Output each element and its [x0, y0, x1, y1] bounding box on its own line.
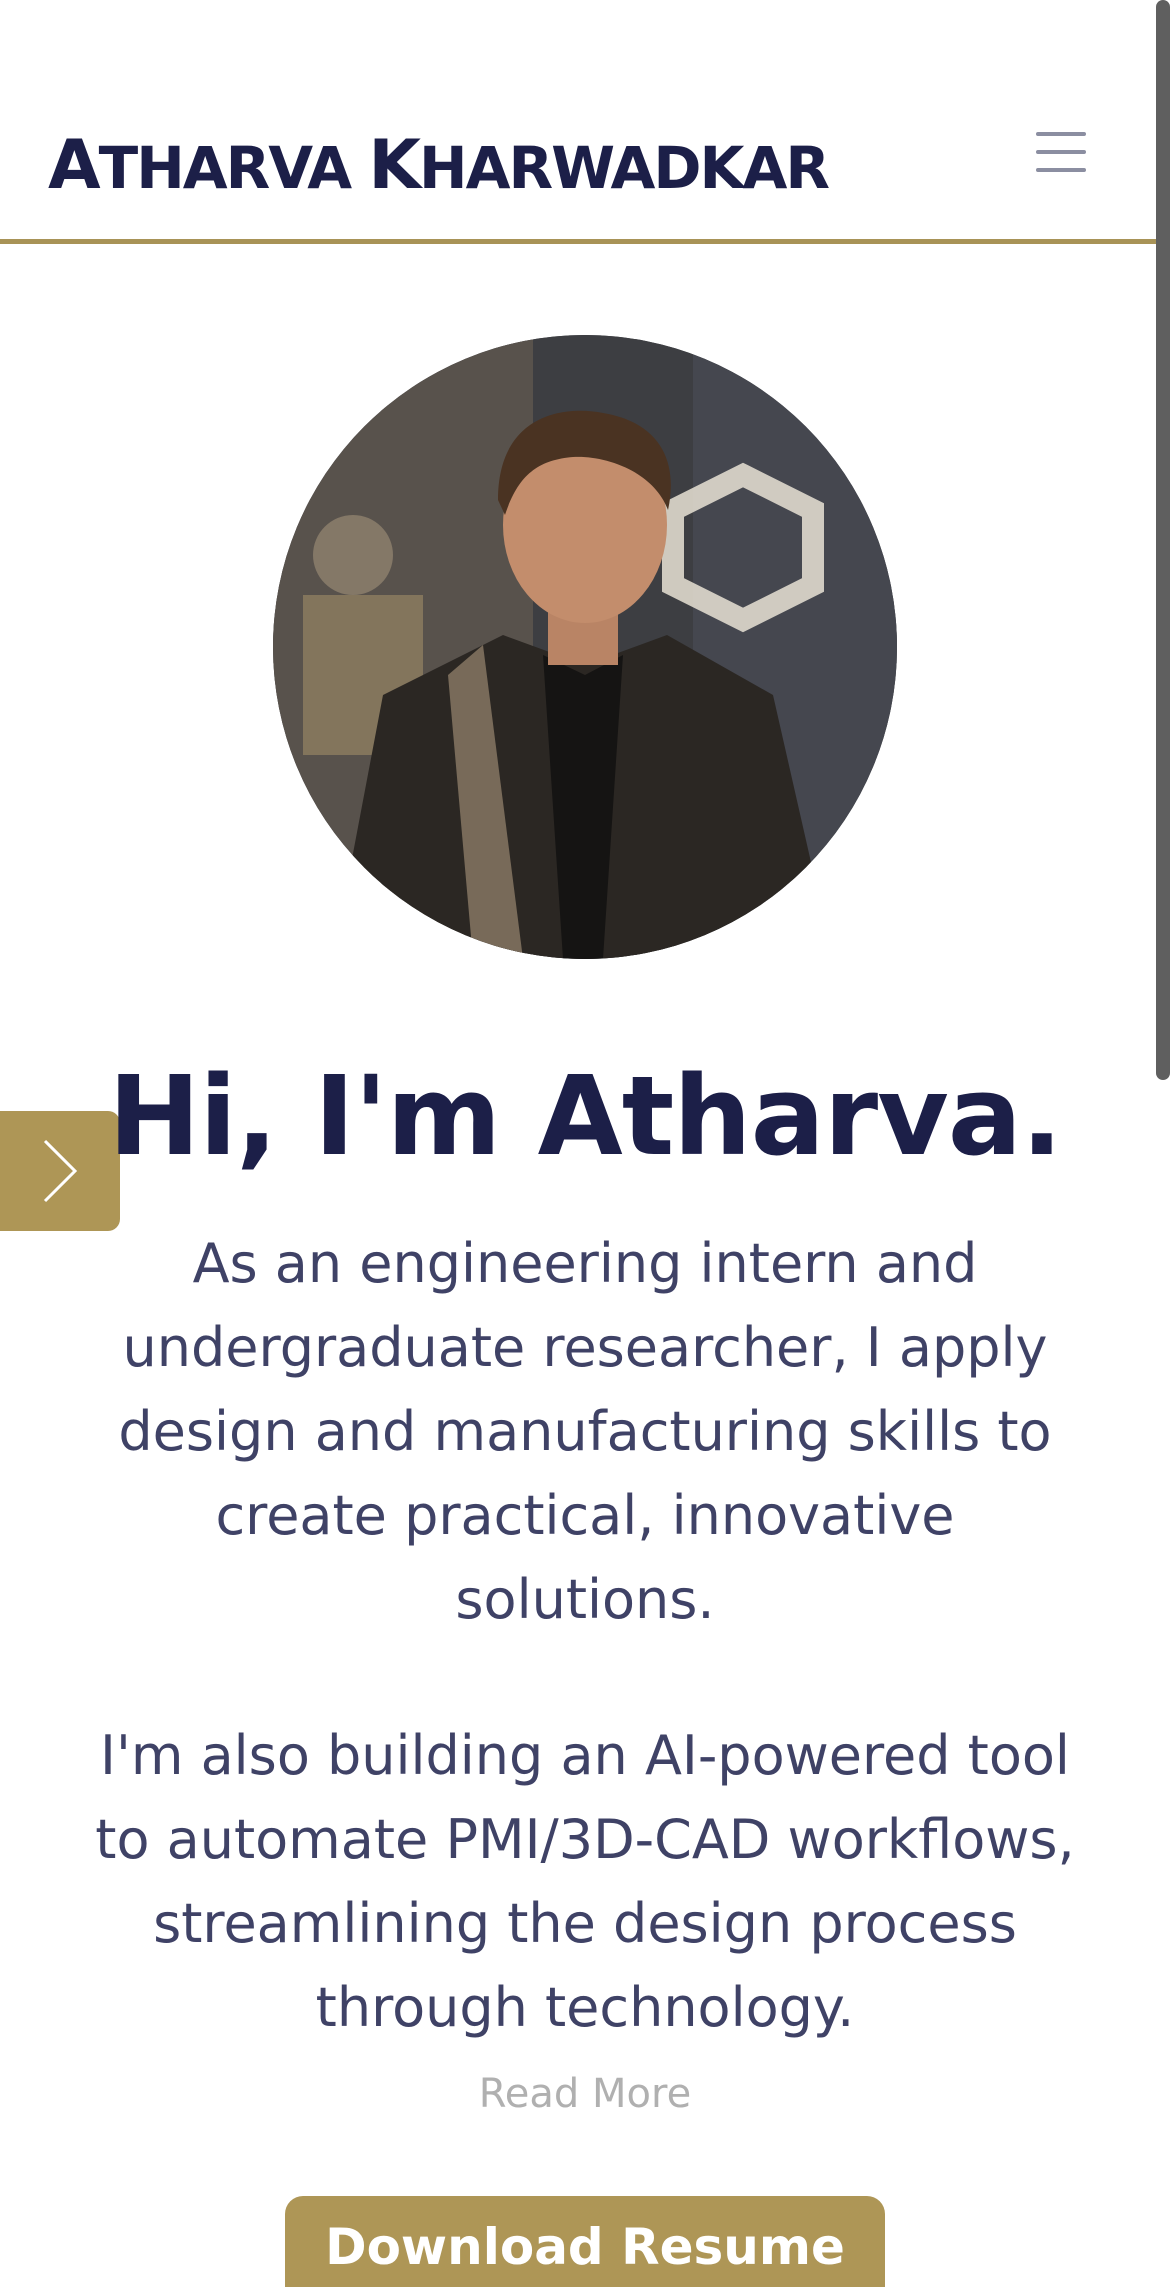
brand-first-rest: THARVA	[98, 134, 352, 202]
menu-line	[1036, 150, 1086, 154]
read-more-link[interactable]: Read More	[0, 2068, 1170, 2120]
brand-last-rest: HARWADKAR	[419, 134, 830, 202]
avatar	[273, 335, 897, 959]
brand-initial-last: K	[368, 126, 421, 205]
menu-line	[1036, 132, 1086, 136]
site-brand[interactable]: ATHARVA KHARWADKAR	[48, 126, 830, 205]
download-resume-button[interactable]: Download Resume	[285, 2196, 885, 2287]
hamburger-menu-icon[interactable]	[1030, 126, 1092, 178]
hero-paragraph-2: I'm also building an AI-powered tool to …	[95, 1724, 1075, 2039]
avatar-photo	[273, 335, 897, 959]
brand-initial-first: A	[48, 126, 101, 205]
menu-line	[1036, 168, 1086, 172]
site-header: ATHARVA KHARWADKAR	[0, 0, 1170, 244]
hero-paragraph-1: As an engineering intern and undergradua…	[118, 1232, 1052, 1631]
scrollbar[interactable]	[1156, 0, 1170, 1080]
hero-title: Hi, I'm Atharva.	[108, 1052, 1063, 1180]
page: ATHARVA KHARWADKAR Hi, I'm Atharva. As a…	[0, 0, 1170, 2287]
